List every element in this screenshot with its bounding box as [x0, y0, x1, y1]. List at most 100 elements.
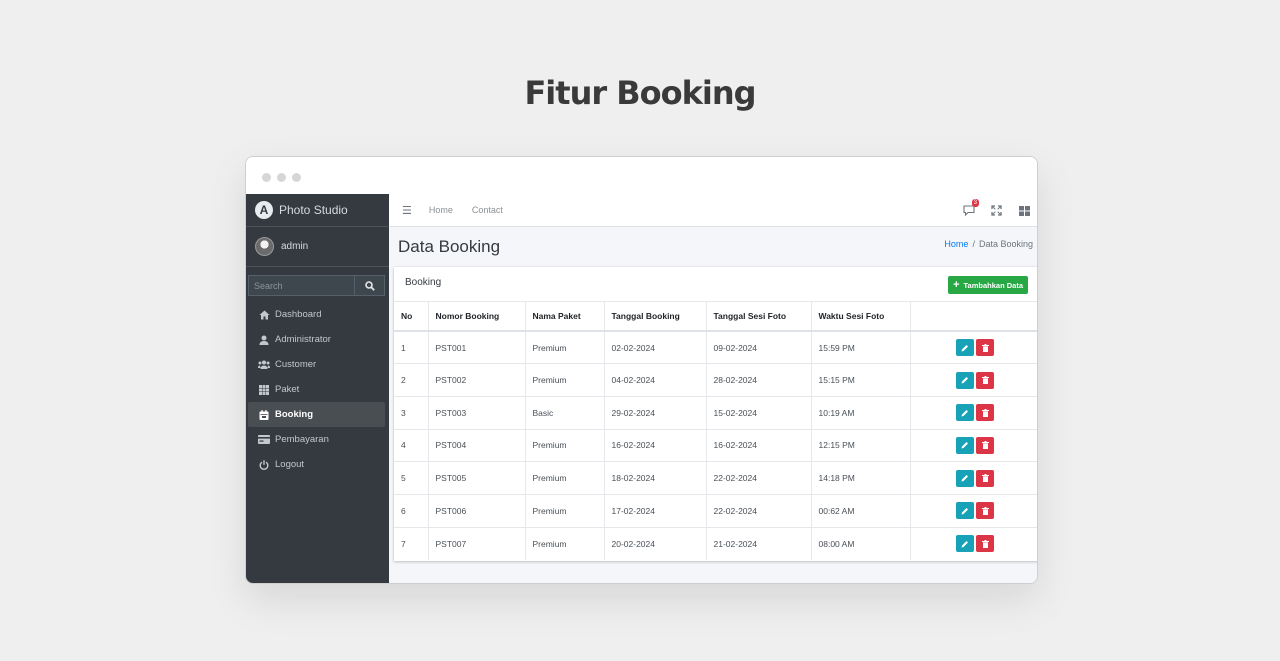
notification-badge: 3 — [971, 199, 979, 207]
cell-actions — [910, 493, 1037, 528]
cell-actions — [910, 363, 1037, 397]
column-header-no: No — [394, 302, 429, 332]
brand-logo-icon: A — [255, 201, 273, 219]
delete-button[interactable] — [976, 535, 995, 553]
navbar-icons: 3 — [963, 199, 1031, 217]
cell-nomor-booking: PST005 — [428, 461, 526, 495]
search-button[interactable] — [354, 276, 384, 295]
cell-nomor-booking: PST007 — [428, 526, 526, 560]
cell-no: 3 — [394, 395, 429, 430]
cell-tanggal-booking: 17-02-2024 — [604, 493, 707, 528]
menu-toggle-icon[interactable]: ☰ — [402, 204, 412, 217]
sidebar-item-label: Booking — [275, 409, 313, 420]
pencil-icon — [961, 344, 969, 352]
edit-button[interactable] — [956, 502, 975, 520]
sidebar-item-booking[interactable]: Booking — [248, 402, 385, 427]
sidebar-item-label: Pembayaran — [275, 434, 329, 445]
cell-tanggal-booking: 18-02-2024 — [604, 461, 707, 495]
nav-link-home[interactable]: Home — [429, 205, 453, 215]
breadcrumb-home[interactable]: Home — [944, 239, 968, 249]
edit-button[interactable] — [956, 339, 975, 357]
edit-button[interactable] — [956, 404, 975, 422]
cell-tanggal-sesi-foto: 22-02-2024 — [706, 461, 812, 495]
trash-icon — [981, 441, 989, 450]
delete-button[interactable] — [976, 339, 995, 357]
column-header-nama-paket: Nama Paket — [525, 302, 605, 332]
add-data-button[interactable]: + Tambahkan Data — [948, 276, 1028, 294]
column-header-waktu-sesi-foto: Waktu Sesi Foto — [811, 302, 911, 332]
table-row: 6 PST006 Premium 17-02-2024 22-02-2024 00:62 … — [394, 493, 1037, 528]
cell-nomor-booking: PST006 — [428, 493, 526, 528]
window-dot-maximize[interactable] — [292, 173, 301, 182]
pencil-icon — [961, 540, 969, 548]
cell-waktu-sesi-foto: 08:00 AM — [811, 526, 911, 560]
cell-no: 1 — [394, 330, 429, 364]
cell-actions — [910, 395, 1037, 430]
cell-no: 2 — [394, 363, 429, 397]
table-row: 7 PST007 Premium 20-02-2024 21-02-2024 08:00 … — [394, 526, 1037, 560]
top-navbar: ☰ Home Contact 3 — [389, 194, 1037, 227]
delete-button[interactable] — [976, 436, 995, 454]
column-header-nomor-booking: Nomor Booking — [428, 302, 526, 332]
pencil-icon — [961, 442, 969, 449]
sidebar-item-paket[interactable]: Paket — [246, 377, 385, 402]
edit-button[interactable] — [956, 436, 975, 454]
page-heading: Fitur Booking — [524, 74, 756, 112]
delete-button[interactable] — [976, 502, 995, 520]
brand[interactable]: A Photo Studio — [246, 194, 389, 227]
user-panel[interactable]: admin — [246, 227, 389, 267]
sidebar-item-label: Paket — [275, 384, 300, 395]
sidebar-item-label: Dashboard — [275, 309, 322, 320]
home-icon — [258, 309, 270, 321]
cell-tanggal-sesi-foto: 28-02-2024 — [706, 363, 812, 397]
sidebar-nav: Dashboard Administrator Customer Paket B… — [246, 302, 389, 477]
cell-tanggal-booking: 02-02-2024 — [604, 330, 707, 364]
booking-table: No Nomor Booking Nama Paket Tanggal Book… — [394, 302, 1037, 560]
trash-icon — [981, 408, 989, 417]
fullscreen-icon[interactable] — [991, 203, 1003, 216]
trash-icon — [981, 539, 989, 548]
cell-nama-paket: Premium — [525, 526, 605, 560]
cell-no: 6 — [394, 493, 429, 528]
delete-button[interactable] — [976, 469, 995, 487]
cell-tanggal-booking: 04-02-2024 — [604, 363, 707, 397]
table-body: 1 PST001 Premium 02-02-2024 09-02-2024 15:59 … — [394, 330, 1037, 560]
card-header: Booking + Tambahkan Data — [394, 267, 1037, 302]
sidebar-item-label: Administrator — [275, 334, 331, 345]
sidebar-item-logout[interactable]: Logout — [246, 452, 385, 477]
delete-button[interactable] — [976, 404, 995, 422]
edit-button[interactable] — [956, 469, 975, 487]
pencil-icon — [961, 377, 969, 384]
calendar-icon — [258, 409, 270, 421]
window-dot-minimize[interactable] — [277, 173, 286, 182]
pencil-icon — [961, 475, 969, 482]
sidebar-search — [248, 275, 385, 296]
control-sidebar-icon[interactable] — [1019, 203, 1031, 216]
sidebar-item-pembayaran[interactable]: Pembayaran — [246, 427, 385, 452]
window-dot-close[interactable] — [262, 173, 271, 182]
edit-button[interactable] — [956, 371, 975, 389]
search-input[interactable] — [249, 276, 354, 295]
trash-icon — [981, 376, 989, 385]
cell-tanggal-sesi-foto: 09-02-2024 — [706, 330, 812, 364]
nav-link-contact[interactable]: Contact — [472, 205, 503, 215]
edit-button[interactable] — [956, 535, 975, 553]
cell-actions — [910, 428, 1037, 462]
content-header: Data Booking Home / Data Booking — [389, 227, 1037, 264]
trash-icon — [981, 474, 989, 483]
sidebar-item-dashboard[interactable]: Dashboard — [246, 302, 385, 327]
cell-nama-paket: Premium — [525, 461, 605, 495]
messages-icon[interactable]: 3 — [963, 199, 979, 217]
column-header-tanggal-sesi-foto: Tanggal Sesi Foto — [706, 302, 812, 332]
cell-no: 4 — [394, 428, 429, 462]
cell-no: 5 — [394, 461, 429, 495]
window-titlebar — [246, 157, 1037, 194]
sidebar-item-customer[interactable]: Customer — [246, 352, 385, 377]
cell-waktu-sesi-foto: 15:15 PM — [811, 363, 911, 397]
delete-button[interactable] — [976, 371, 995, 389]
trash-icon — [981, 343, 989, 352]
cell-nama-paket: Premium — [525, 493, 605, 528]
grid-icon — [258, 384, 270, 396]
sidebar-item-administrator[interactable]: Administrator — [246, 327, 385, 352]
credit-card-icon — [258, 434, 270, 446]
